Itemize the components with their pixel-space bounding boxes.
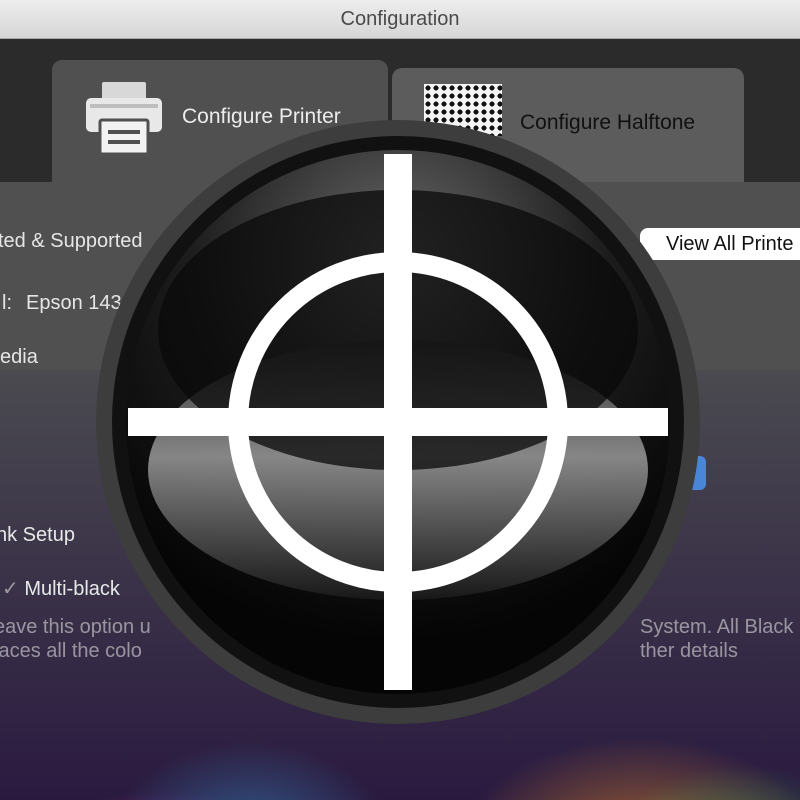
window-title: Configuration xyxy=(340,7,460,30)
ink-setup-label: nk Setup xyxy=(0,524,75,546)
checkmark-icon: ✓ xyxy=(2,578,25,600)
configuration-window: Configuration Configure Printer Configur… xyxy=(0,0,800,800)
media-label: edia xyxy=(0,346,38,368)
model-label: l: xyxy=(2,292,12,314)
crosshair-target-icon xyxy=(96,120,700,724)
window-titlebar: Configuration xyxy=(0,0,800,39)
